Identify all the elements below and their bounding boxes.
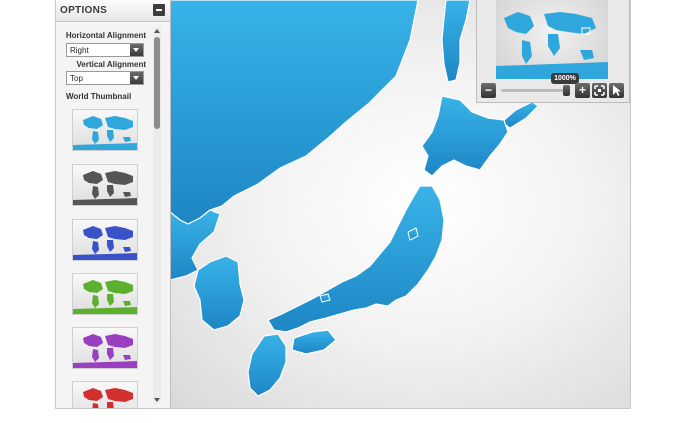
vertical-alignment-select[interactable]: Top: [66, 71, 144, 85]
world-map-thumbnail-graphic: [73, 280, 137, 314]
zoom-slider-handle[interactable]: [563, 85, 570, 96]
map-viewer-frame: 1000% − + OPTIONS Horizontal Alignment R…: [55, 0, 631, 409]
world-thumbnail-red[interactable]: [72, 381, 138, 408]
honshu-island[interactable]: [267, 185, 445, 333]
select-pointer-button[interactable]: [609, 83, 624, 98]
world-thumbnail-label: World Thumbnail: [66, 92, 132, 101]
overview-world-map[interactable]: [496, 0, 608, 79]
zoom-slider-track[interactable]: [501, 89, 569, 92]
plus-icon: +: [578, 83, 586, 97]
world-thumbnail-blue[interactable]: [72, 109, 138, 151]
horizontal-alignment-value: Right: [70, 46, 89, 55]
world-map-thumbnail-graphic: [83, 388, 133, 408]
scroll-down-arrow-icon[interactable]: [153, 396, 161, 404]
world-map-thumbnail-graphic: [73, 171, 137, 205]
vertical-alignment-value: Top: [70, 74, 83, 83]
minus-icon: −: [484, 83, 492, 97]
world-map-thumbnail-graphic: [73, 334, 137, 368]
fit-to-screen-button[interactable]: [592, 83, 607, 98]
korea-region[interactable]: [193, 255, 245, 331]
hokkaido-island[interactable]: [421, 95, 509, 177]
world-thumbnail-gray[interactable]: [72, 164, 138, 206]
world-thumbnail-indigo[interactable]: [72, 219, 138, 261]
zoom-out-button[interactable]: −: [481, 83, 496, 98]
oki-islands[interactable]: [319, 293, 331, 303]
sakhalin-island[interactable]: [441, 0, 471, 83]
kyushu-island[interactable]: [247, 333, 287, 397]
horizontal-alignment-select[interactable]: Right: [66, 43, 144, 57]
horizontal-alignment-label: Horizontal Alignment: [65, 31, 146, 40]
overview-map-svg: [496, 12, 608, 79]
expand-icon: [594, 85, 605, 96]
world-map-thumbnail-graphic: [73, 226, 137, 260]
vertical-alignment-label: Vertical Alignment: [76, 60, 147, 69]
panel-title: OPTIONS: [60, 5, 108, 16]
options-panel: OPTIONS Horizontal Alignment Right Verti…: [56, 0, 171, 408]
mainland-region[interactable]: [170, 0, 419, 225]
cursor-icon: [613, 85, 621, 96]
overview-panel: 1000% − +: [476, 0, 630, 103]
zoom-toolbar: − +: [481, 83, 625, 101]
world-thumbnail-purple[interactable]: [72, 327, 138, 369]
options-panel-header: OPTIONS: [56, 0, 170, 22]
shikoku-island[interactable]: [291, 329, 337, 355]
world-map-thumbnail-graphic: [73, 116, 137, 150]
collapse-button[interactable]: [153, 4, 165, 16]
chevron-down-icon: [130, 44, 143, 56]
scroll-up-arrow-icon[interactable]: [153, 27, 161, 35]
world-thumbnail-green[interactable]: [72, 273, 138, 315]
scroll-thumb[interactable]: [154, 37, 160, 129]
zoom-in-button[interactable]: +: [575, 83, 590, 98]
chevron-down-icon: [130, 72, 143, 84]
options-scrollbar[interactable]: [153, 27, 161, 404]
kuril-islands[interactable]: [501, 101, 539, 129]
